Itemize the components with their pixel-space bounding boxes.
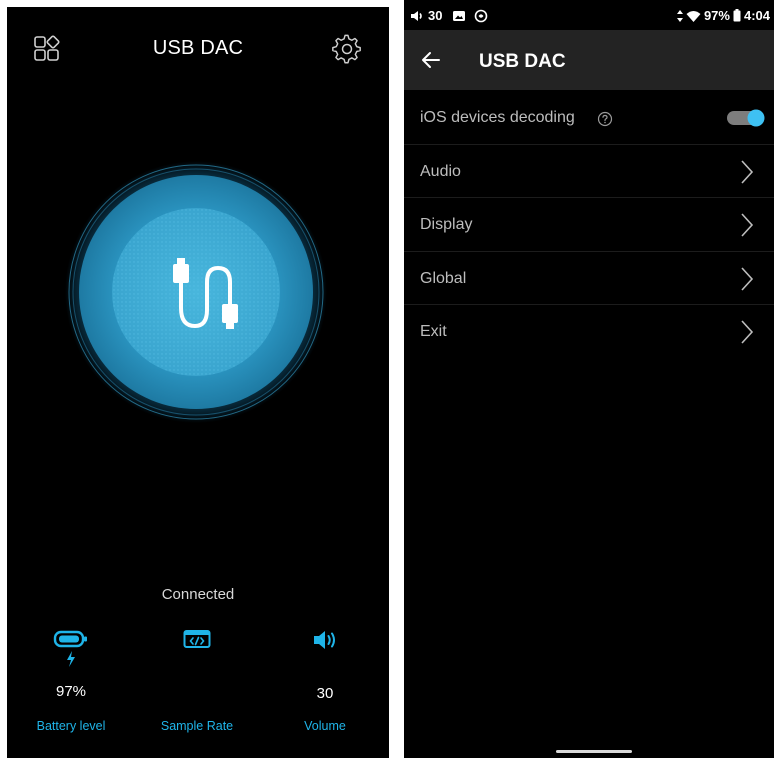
charging-bolt-icon (67, 651, 75, 667)
code-icon (183, 630, 211, 648)
chevron-right-icon (741, 320, 754, 344)
usb-connection-visual (65, 161, 327, 423)
gear-icon[interactable] (332, 34, 362, 64)
connection-status: Connected (161, 586, 235, 603)
chevron-right-icon (741, 213, 754, 237)
menu-item-audio[interactable]: Audio (404, 145, 774, 198)
page-title: USB DAC (479, 51, 566, 72)
battery-label: Battery level (36, 719, 106, 733)
app-bar: USB DAC (404, 30, 774, 90)
settings-menu: iOS devices decoding Audio Display Globa… (404, 91, 774, 359)
menu-item-display[interactable]: Display (404, 198, 774, 252)
volume-value: 30 (316, 685, 334, 702)
menu-item-label: Display (420, 216, 473, 233)
status-bar: 30 97% 4:04 (404, 0, 774, 30)
help-icon[interactable] (597, 111, 613, 127)
chevron-right-icon (741, 266, 754, 291)
menu-item-exit[interactable]: Exit (404, 305, 774, 359)
sample-rate-label: Sample Rate (160, 719, 234, 733)
ios-decoding-label: iOS devices decoding (420, 109, 575, 126)
battery-value: 97% (55, 683, 87, 700)
menu-item-label: Exit (420, 323, 447, 340)
ios-decoding-toggle[interactable] (726, 108, 766, 128)
menu-item-label: Global (420, 269, 467, 287)
volume-stat: 30 Volume (265, 629, 385, 733)
sync-icon (475, 9, 488, 22)
battery-icon (733, 9, 741, 22)
usb-dac-settings-screen: 30 97% 4:04 USB DAC iOS devices decoding… (404, 0, 774, 758)
chevron-right-icon (741, 159, 754, 184)
data-arrows-icon (676, 9, 683, 22)
back-arrow-icon[interactable] (420, 50, 442, 70)
menu-item-label: Audio (420, 162, 461, 180)
sample-rate-stat: Sample Rate (137, 629, 257, 733)
wifi-icon (686, 10, 701, 22)
battery-stat: 97% Battery level (11, 629, 131, 733)
clock: 4:04 (743, 8, 770, 23)
home-indicator[interactable] (556, 750, 632, 753)
header: USB DAC (7, 7, 389, 91)
dac-home-screen: USB DAC Connected 97% Battery level Samp… (7, 7, 389, 758)
ios-decoding-row[interactable]: iOS devices decoding (404, 91, 774, 145)
volume-label: Volume (304, 719, 346, 733)
speaker-icon (314, 631, 335, 649)
battery-icon (53, 630, 87, 648)
volume-level: 30 (428, 8, 443, 23)
speaker-icon (411, 10, 422, 21)
menu-item-global[interactable]: Global (404, 252, 774, 305)
image-icon (453, 10, 466, 21)
battery-percent: 97% (703, 8, 730, 23)
